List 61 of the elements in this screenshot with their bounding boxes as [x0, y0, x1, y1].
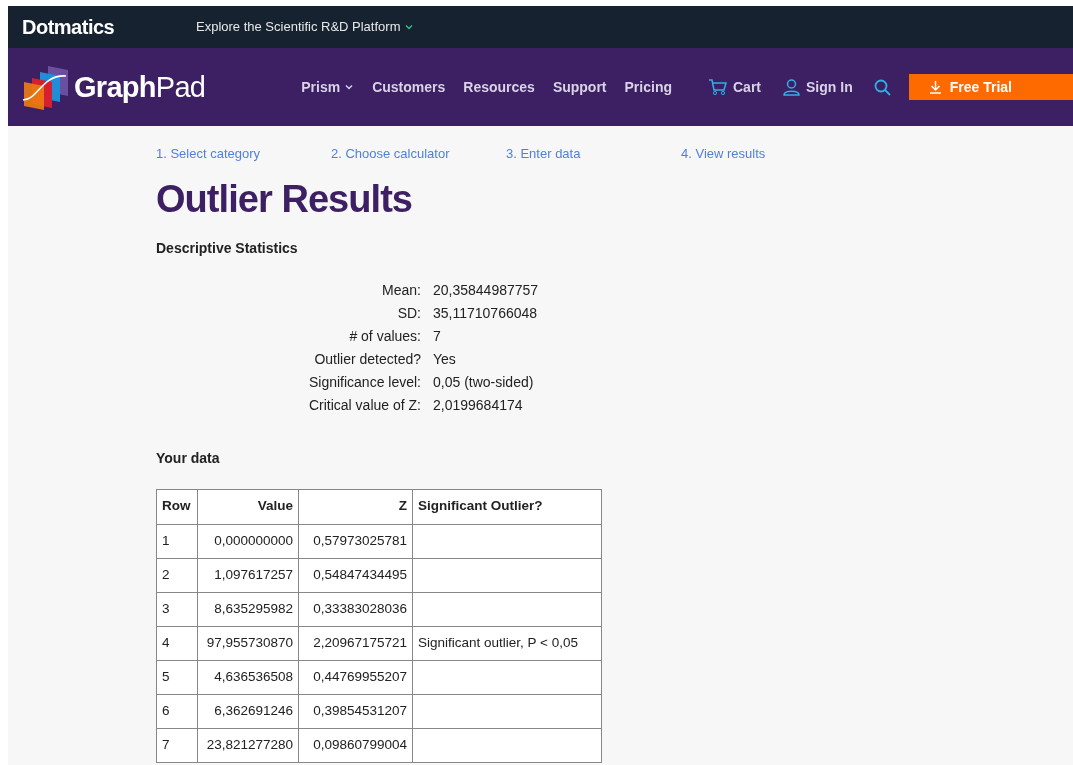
table-cell: 4 — [156, 626, 198, 660]
column-header: Significant Outlier? — [412, 489, 602, 524]
table-cell: 97,955730870 — [197, 626, 299, 660]
cart-link[interactable]: Cart — [708, 76, 761, 98]
table-cell: 3 — [156, 592, 198, 626]
table-cell: 0,09860799004 — [298, 728, 413, 762]
step-link[interactable]: 3. Enter data — [506, 144, 681, 164]
table-cell: 7 — [156, 728, 198, 762]
table-cell: Significant outlier, P < 0,05 — [412, 626, 602, 660]
sign-in-link[interactable]: Sign In — [783, 76, 853, 98]
stat-value: 0,05 (two-sided) — [433, 372, 534, 391]
table-cell: 4,636536508 — [197, 660, 299, 694]
stat-value: Yes — [433, 349, 456, 368]
step-link[interactable]: 4. View results — [681, 144, 856, 164]
stat-label: Mean: — [381, 280, 421, 299]
stat-label: Critical value of Z: — [307, 395, 421, 414]
stat-label: Significance level: — [307, 372, 421, 391]
step-link[interactable]: 2. Choose calculator — [331, 144, 506, 164]
column-header: Z — [298, 489, 413, 524]
nav-link[interactable]: Pricing — [624, 76, 672, 98]
nav-link[interactable]: Prism — [301, 76, 355, 98]
table-cell: 0,000000000 — [197, 524, 299, 558]
table-cell: 0,54847434495 — [298, 558, 413, 592]
table-cell: 0,57973025781 — [298, 524, 413, 558]
table-cell: 2 — [156, 558, 198, 592]
section-heading: Descriptive Statistics — [156, 238, 299, 258]
chevron-down-icon — [404, 22, 415, 32]
graphpad-logo[interactable]: GraphPad — [22, 64, 206, 110]
search-icon[interactable] — [873, 78, 891, 96]
stat-value: 7 — [433, 326, 441, 345]
table-cell: 8,635295982 — [197, 592, 299, 626]
stat-label: Outlier detected? — [313, 349, 421, 368]
page-title: Outlier Results — [156, 179, 414, 218]
column-header: Value — [197, 489, 299, 524]
stat-value: 2,0199684174 — [433, 395, 523, 414]
stat-value: 35,11710766048 — [433, 303, 538, 322]
user-icon — [783, 78, 800, 96]
table-cell: 0,33383028036 — [298, 592, 413, 626]
nav-link[interactable]: Support — [552, 76, 607, 98]
chevron-down-icon — [344, 82, 355, 92]
column-header: Row — [156, 489, 198, 524]
download-icon — [928, 80, 942, 94]
table-cell: 0,39854531207 — [298, 694, 413, 728]
nav-link[interactable]: Customers — [372, 76, 446, 98]
table-cell: 1 — [156, 524, 198, 558]
stat-value: 20,35844987757 — [433, 280, 539, 299]
section-heading: Your data — [156, 448, 221, 468]
step-link[interactable]: 1. Select category — [156, 144, 331, 164]
table-cell: 5 — [156, 660, 198, 694]
table-cell: 6,362691246 — [197, 694, 299, 728]
cart-icon — [708, 78, 727, 96]
table-cell: 0,44769955207 — [298, 660, 413, 694]
table-cell: 6 — [156, 694, 198, 728]
explore-platform-link[interactable]: Explore the Scientific R&D Platform — [196, 17, 415, 37]
stat-label: SD: — [396, 303, 421, 322]
stat-label: # of values: — [348, 326, 421, 345]
table-cell: 2,20967175721 — [298, 626, 413, 660]
nav-link[interactable]: Resources — [463, 76, 535, 98]
brand-logo[interactable]: Dotmatics — [22, 12, 182, 42]
table-cell: 1,097617257 — [197, 558, 299, 592]
table-cell: 23,821277280 — [197, 728, 299, 762]
